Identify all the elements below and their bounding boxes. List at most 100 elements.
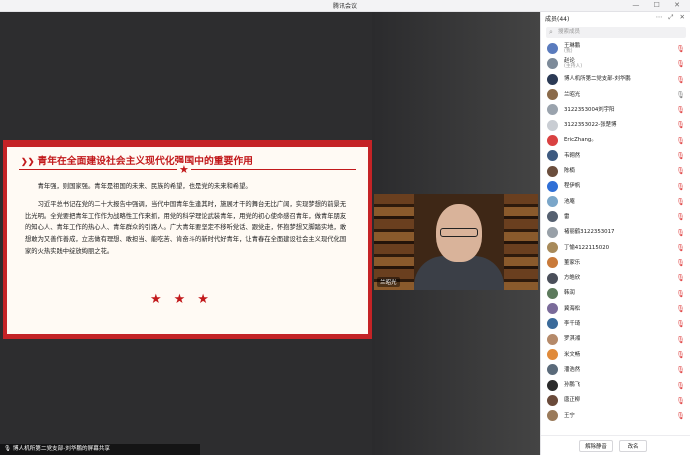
member-name: 潘浩然	[564, 367, 580, 373]
avatar	[547, 89, 558, 101]
panel-controls[interactable]: ⋯ ⤢ ✕	[656, 13, 687, 22]
star-icon: ★	[177, 163, 191, 176]
member-name: 罗淇湘	[564, 336, 580, 342]
member-name: 3122353022-张楚博	[564, 122, 616, 128]
member-name: 孙鹏飞	[564, 382, 580, 388]
member-name-text: 冀海松	[564, 305, 581, 312]
member-row[interactable]: 3122353022-张楚博 🎙	[541, 117, 690, 132]
decorative-stars: ★★★	[150, 292, 221, 307]
member-name-text: 唐正柳	[564, 397, 581, 404]
mic-icon: 🎙	[4, 446, 13, 452]
member-name: 米文畅	[564, 352, 580, 358]
member-name: 冀海松	[564, 306, 580, 312]
avatar	[547, 364, 558, 376]
mic-muted-icon[interactable]: 🎙	[676, 229, 685, 237]
member-row[interactable]: 冀海松 🎙	[541, 301, 690, 316]
member-name-text: 3122353022-张楚博	[564, 122, 617, 129]
search-placeholder: 搜索成员	[558, 29, 581, 35]
mic-muted-icon[interactable]: 🎙	[676, 259, 685, 267]
participant-video[interactable]: 兰昭光	[374, 194, 538, 290]
member-row[interactable]: EricZhang。 🎙	[541, 133, 690, 148]
member-row[interactable]: 褚丽鹤3122353017 🎙	[541, 225, 690, 240]
member-name-text: 博人机所第二党支部-刘华鹏	[564, 76, 631, 83]
mic-muted-icon[interactable]: 🎙	[676, 106, 685, 114]
member-row[interactable]: 王宁 🎙	[541, 408, 690, 423]
avatar	[547, 196, 558, 208]
member-name: EricZhang。	[564, 137, 597, 143]
member-row[interactable]: 陈楠 🎙	[541, 163, 690, 178]
mic-muted-icon[interactable]: 🎙	[676, 320, 685, 328]
member-row[interactable]: 方皓欣 🎙	[541, 270, 690, 285]
mic-muted-icon[interactable]: 🎙	[676, 213, 685, 221]
chevron-icon: ❯❯	[21, 156, 35, 166]
mic-muted-icon[interactable]: 🎙	[676, 137, 685, 145]
mic-muted-icon[interactable]: 🎙	[676, 382, 685, 390]
member-name-text: 程伊帆	[564, 183, 581, 190]
mic-muted-icon[interactable]: 🎙	[676, 121, 685, 129]
member-name-text: 陈楠	[564, 168, 575, 175]
member-row[interactable]: 潘浩然 🎙	[541, 362, 690, 377]
member-row[interactable]: 孙鹏飞 🎙	[541, 378, 690, 393]
member-name-text: 3122353004刘宇阳	[564, 106, 615, 113]
member-name: 韦翱然	[564, 153, 580, 159]
member-search-input[interactable]: ⌕ 搜索成员	[546, 27, 686, 38]
mic-muted-icon[interactable]: 🎙	[676, 167, 685, 175]
mic-muted-icon[interactable]: 🎙	[676, 244, 685, 252]
mic-muted-icon[interactable]: 🎙	[676, 336, 685, 344]
avatar	[547, 379, 558, 391]
avatar	[547, 333, 558, 345]
mic-muted-icon[interactable]: 🎙	[676, 274, 685, 282]
mic-muted-icon[interactable]: 🎙	[676, 76, 685, 84]
avatar	[547, 180, 558, 192]
member-row[interactable]: 池庵 🎙	[541, 194, 690, 209]
mic-muted-icon[interactable]: 🎙	[676, 290, 685, 298]
rename-button[interactable]: 改名	[619, 440, 647, 452]
mic-muted-icon[interactable]: 🎙	[676, 412, 685, 420]
member-row[interactable]: 3122353004刘宇阳 🎙	[541, 102, 690, 117]
avatar	[547, 43, 558, 55]
member-row[interactable]: 程伊帆 🎙	[541, 179, 690, 194]
member-row[interactable]: 兰昭光 🎙	[541, 87, 690, 102]
member-name-text: 方皓欣	[564, 275, 581, 282]
mic-muted-icon[interactable]: 🎙	[676, 397, 685, 405]
mic-muted-icon[interactable]: 🎙	[676, 60, 685, 68]
member-name-text: 丁愉4122115020	[564, 244, 610, 251]
avatar	[547, 58, 558, 70]
member-row[interactable]: 董家乐 🎙	[541, 255, 690, 270]
mic-muted-icon[interactable]: 🎙	[676, 91, 685, 99]
member-row[interactable]: 韦翱然 🎙	[541, 148, 690, 163]
member-name-text: 孙鹏飞	[564, 382, 581, 389]
member-name-text: 潘浩然	[564, 366, 581, 373]
panel-footer: 解除静音 改名	[541, 435, 690, 455]
mic-muted-icon[interactable]: 🎙	[676, 351, 685, 359]
mic-muted-icon[interactable]: 🎙	[676, 305, 685, 313]
member-row[interactable]: 雷 🎙	[541, 209, 690, 224]
avatar	[547, 394, 558, 406]
member-row[interactable]: 唐正柳 🎙	[541, 393, 690, 408]
member-name: 赵论 (主持人)	[564, 58, 582, 70]
member-row[interactable]: 丁愉4122115020 🎙	[541, 240, 690, 255]
avatar	[547, 349, 558, 361]
mic-muted-icon[interactable]: 🎙	[676, 198, 685, 206]
member-row[interactable]: 罗淇湘 🎙	[541, 332, 690, 347]
mic-muted-icon[interactable]: 🎙	[676, 45, 685, 53]
screen-share-label: 🎙 博人机所第二党支部-刘华鹏的屏幕共享	[0, 444, 200, 455]
mic-muted-icon[interactable]: 🎙	[676, 366, 685, 374]
window-title: 腾讯会议	[332, 3, 357, 10]
window-controls[interactable]: — ☐ ✕	[632, 1, 686, 9]
unmute-all-button[interactable]: 解除静音	[579, 440, 613, 452]
member-row[interactable]: 李千琦 🎙	[541, 316, 690, 331]
member-name: 丁愉4122115020	[564, 245, 609, 251]
member-row[interactable]: 米文畅 🎙	[541, 347, 690, 362]
video-name-tag: 兰昭光	[377, 277, 400, 287]
member-row[interactable]: 王琳鹏 (我) 🎙	[541, 41, 690, 56]
member-row[interactable]: 韩润 🎙	[541, 286, 690, 301]
mic-muted-icon[interactable]: 🎙	[676, 183, 685, 191]
member-name: 雷	[564, 214, 569, 220]
avatar	[547, 150, 558, 162]
member-row[interactable]: 博人机所第二党支部-刘华鹏 🎙	[541, 72, 690, 87]
mic-muted-icon[interactable]: 🎙	[676, 152, 685, 160]
member-name-text: 董家乐	[564, 259, 581, 266]
avatar	[547, 303, 558, 315]
member-row[interactable]: 赵论 (主持人) 🎙	[541, 56, 690, 71]
